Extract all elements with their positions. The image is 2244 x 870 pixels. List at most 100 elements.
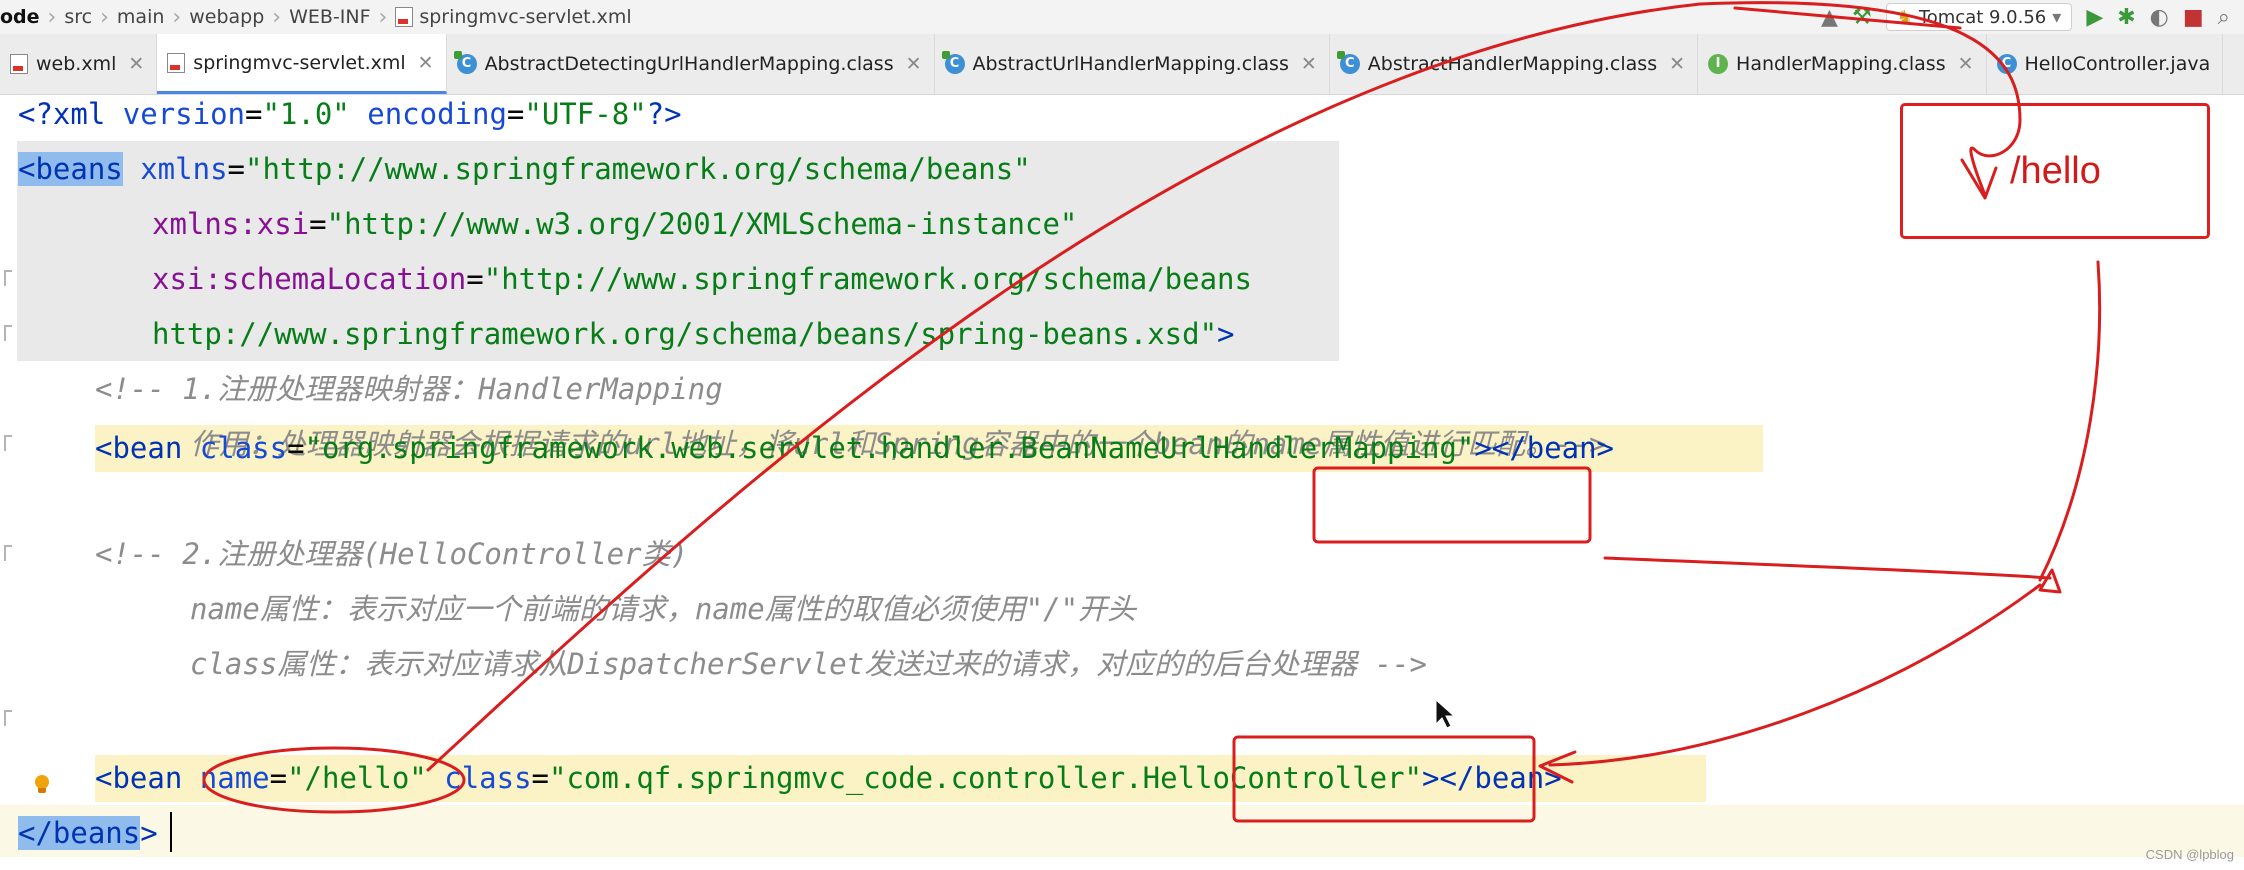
tab-web-xml[interactable]: web.xml ✕ bbox=[0, 34, 158, 94]
breadcrumb-separator: › bbox=[172, 4, 182, 30]
tab-abstract-handler-mapping[interactable]: C AbstractHandlerMapping.class ✕ bbox=[1330, 34, 1699, 94]
token: class bbox=[426, 761, 532, 795]
token: <beans bbox=[18, 152, 123, 186]
abstract-class-icon: C bbox=[453, 51, 477, 74]
breadcrumb-webapp[interactable]: webapp bbox=[183, 6, 270, 28]
token: = bbox=[245, 97, 263, 131]
token: </beans bbox=[18, 816, 141, 850]
tab-abstract-url-handler-mapping[interactable]: C AbstractUrlHandlerMapping.class ✕ bbox=[935, 34, 1330, 94]
code-line-9: <!-- 2.注册处理器(HelloController类) bbox=[95, 527, 688, 582]
token: "/hello" bbox=[287, 761, 427, 795]
close-icon[interactable]: ✕ bbox=[128, 53, 144, 75]
token: name bbox=[182, 761, 270, 795]
token: "UTF-8" bbox=[524, 97, 647, 131]
token: = bbox=[287, 431, 305, 465]
tomcat-icon: ♞ bbox=[1896, 6, 1913, 28]
abstract-class-icon: C bbox=[941, 51, 965, 74]
xml-file-icon bbox=[395, 7, 414, 27]
comment: <!-- 1.注册处理器映射器：HandlerMapping bbox=[95, 372, 723, 406]
code-line-3: xmlns:xsi="http://www.w3.org/2001/XMLSch… bbox=[152, 197, 1077, 252]
token: "http://www.w3.org/2001/XMLSchema-instan… bbox=[326, 207, 1078, 241]
code-line-5: http://www.springframework.org/schema/be… bbox=[152, 307, 1235, 362]
token: ?> bbox=[646, 97, 682, 131]
fold-marker-icon[interactable] bbox=[4, 545, 12, 561]
debug-icon[interactable]: ✱ bbox=[2117, 5, 2135, 30]
token: > bbox=[1217, 317, 1235, 351]
navigation-bar: ode › src › main › webapp › WEB-INF › sp… bbox=[0, 0, 2244, 35]
tab-label: AbstractUrlHandlerMapping.class bbox=[972, 53, 1289, 75]
build-hammer-icon[interactable]: ⚒ bbox=[1852, 5, 1872, 30]
watermark: CSDN @lpblog bbox=[2145, 847, 2234, 862]
breadcrumb-separator: › bbox=[272, 4, 282, 30]
token: xmlns bbox=[122, 152, 228, 186]
breadcrumb-separator: › bbox=[378, 4, 388, 30]
code-line-8: <bean class="org.springframework.web.ser… bbox=[95, 421, 1614, 476]
comment: <!-- 2.注册处理器(HelloController类) bbox=[95, 537, 689, 571]
user-icon[interactable]: ▲ bbox=[1821, 5, 1838, 30]
run-icon[interactable]: ▶ bbox=[2086, 5, 2103, 30]
tab-hello-controller[interactable]: C HelloController.java bbox=[1987, 34, 2224, 94]
token: "http://www.springframework.org/schema/b… bbox=[483, 262, 1252, 296]
close-icon[interactable]: ✕ bbox=[1669, 53, 1685, 75]
token: version bbox=[105, 97, 245, 131]
token: class bbox=[182, 431, 288, 465]
stop-icon[interactable]: ■ bbox=[2183, 5, 2204, 30]
token: "1.0" bbox=[262, 97, 350, 131]
comment: name属性：表示对应一个前端的请求，name属性的取值必须使用"/"开头 bbox=[190, 592, 1137, 626]
tab-abstract-detecting-url-handler-mapping[interactable]: C AbstractDetectingUrlHandlerMapping.cla… bbox=[447, 34, 935, 94]
abstract-class-icon: C bbox=[1336, 51, 1360, 74]
tab-handler-mapping[interactable]: I HandlerMapping.class ✕ bbox=[1698, 34, 1987, 94]
code-line-11: class属性：表示对应请求从DispatcherServlet发送过来的请求，… bbox=[190, 637, 1427, 692]
token: = bbox=[269, 761, 288, 795]
caret-line-highlight bbox=[0, 805, 2244, 857]
token: xml bbox=[52, 97, 106, 131]
token: http://www.springframework.org/schema/be… bbox=[152, 317, 1218, 351]
token: <? bbox=[18, 97, 53, 131]
coverage-icon[interactable]: ◐ bbox=[2150, 5, 2169, 30]
token: = bbox=[531, 761, 550, 795]
fold-marker-icon[interactable] bbox=[4, 325, 12, 341]
token: ></bean> bbox=[1474, 431, 1615, 465]
fold-marker-icon[interactable] bbox=[4, 710, 12, 726]
annotation-callout-text: /hello bbox=[2010, 150, 2101, 192]
search-icon[interactable]: ⌕ bbox=[2218, 5, 2230, 30]
token: xsi:schemaLocation bbox=[152, 262, 467, 296]
fold-marker-icon[interactable] bbox=[4, 270, 12, 286]
chevron-down-icon: ▾ bbox=[2052, 6, 2062, 28]
token: = bbox=[309, 207, 327, 241]
code-line-2: <beans xmlns="http://www.springframework… bbox=[18, 142, 1031, 197]
close-icon[interactable]: ✕ bbox=[418, 52, 434, 74]
token: "com.qf.springmvc_code.controller.HelloC… bbox=[549, 761, 1422, 795]
intention-bulb-icon[interactable] bbox=[34, 775, 50, 795]
close-icon[interactable]: ✕ bbox=[1958, 53, 1974, 75]
token: <bean bbox=[95, 761, 183, 795]
run-configuration-label: Tomcat 9.0.56 bbox=[1918, 6, 2047, 28]
token: <bean bbox=[95, 431, 183, 465]
close-icon[interactable]: ✕ bbox=[1301, 53, 1317, 75]
breadcrumb-separator: › bbox=[100, 4, 109, 30]
run-toolbar: ▲ ⚒ ♞ Tomcat 9.0.56 ▾ ▶ ✱ ◐ ■ ⌕ bbox=[1821, 0, 2244, 34]
tab-label: HelloController.java bbox=[2024, 53, 2211, 75]
run-configuration-selector[interactable]: ♞ Tomcat 9.0.56 ▾ bbox=[1885, 3, 2073, 31]
xml-file-icon bbox=[167, 52, 186, 73]
breadcrumb-file[interactable]: springmvc-servlet.xml bbox=[389, 6, 637, 28]
breadcrumb-main[interactable]: main bbox=[111, 6, 170, 28]
tab-label: web.xml bbox=[36, 53, 117, 75]
tab-label: HandlerMapping.class bbox=[1736, 53, 1946, 75]
xml-file-icon bbox=[10, 54, 28, 74]
token: > bbox=[140, 816, 158, 850]
token: = bbox=[227, 152, 245, 186]
fold-marker-icon[interactable] bbox=[4, 435, 12, 451]
editor-tabs: web.xml ✕ springmvc-servlet.xml ✕ C Abst… bbox=[0, 34, 2244, 95]
breadcrumb-src[interactable]: src bbox=[58, 6, 98, 28]
close-icon[interactable]: ✕ bbox=[906, 53, 922, 75]
tab-springmvc-servlet-xml[interactable]: springmvc-servlet.xml ✕ bbox=[157, 34, 447, 94]
code-line-6: <!-- 1.注册处理器映射器：HandlerMapping bbox=[95, 362, 723, 417]
token: "org.springframework.web.servlet.handler… bbox=[304, 431, 1475, 465]
token: = bbox=[466, 262, 484, 296]
token: = bbox=[506, 97, 525, 131]
breadcrumb-project[interactable]: ode bbox=[0, 6, 46, 28]
breadcrumb-web-inf[interactable]: WEB-INF bbox=[283, 6, 376, 28]
text-cursor bbox=[170, 812, 172, 852]
tab-label: AbstractDetectingUrlHandlerMapping.class bbox=[484, 53, 894, 75]
